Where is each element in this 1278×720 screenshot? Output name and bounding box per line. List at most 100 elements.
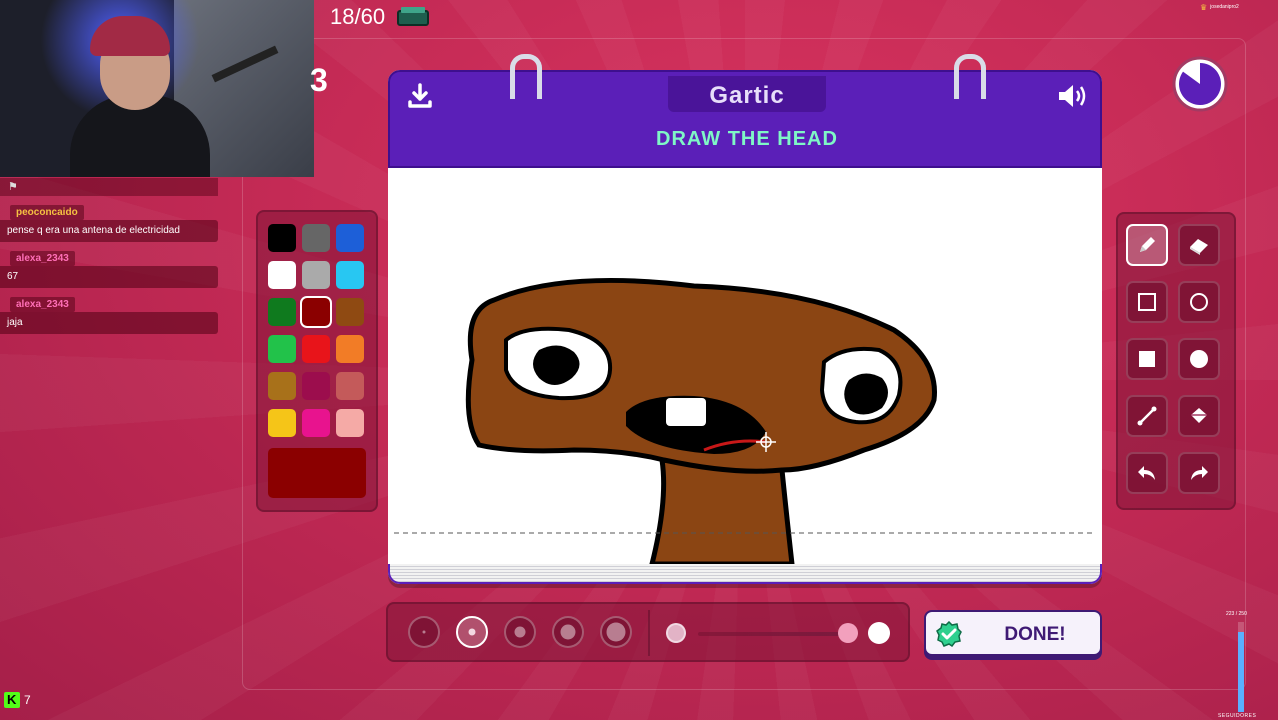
tool-button[interactable] — [1178, 395, 1220, 437]
done-button[interactable]: DONE! — [924, 610, 1102, 656]
tool-button[interactable] — [1126, 281, 1168, 323]
color-swatch[interactable] — [336, 261, 364, 289]
opacity-max-icon — [868, 622, 890, 644]
color-swatch[interactable] — [302, 224, 330, 252]
brush-size-button[interactable] — [600, 616, 632, 648]
color-swatch[interactable] — [302, 298, 330, 326]
side-number: 3 — [310, 62, 328, 98]
brush-size-button[interactable] — [408, 616, 440, 648]
round-counter: 18/60 — [330, 4, 386, 29]
flag-icon: ⚑ — [8, 181, 18, 193]
brush-size-dot — [560, 624, 576, 640]
color-swatch[interactable] — [336, 335, 364, 363]
volume-icon[interactable] — [1056, 82, 1088, 110]
tool-panel — [1116, 212, 1236, 510]
color-swatch[interactable] — [268, 409, 296, 437]
tool-button[interactable] — [1126, 395, 1168, 437]
color-swatch[interactable] — [268, 224, 296, 252]
drawing-tooth — [666, 398, 706, 426]
viewer-counter: K 7 — [4, 691, 31, 709]
tool-button[interactable] — [1126, 338, 1168, 380]
board-bottom-pages — [388, 564, 1102, 584]
ellipse-fill-icon — [1190, 350, 1208, 368]
color-swatch[interactable] — [268, 298, 296, 326]
chat-username: alexa_2343 — [10, 297, 75, 312]
color-palette — [256, 210, 378, 512]
color-swatch[interactable] — [268, 261, 296, 289]
brush-size-dot — [422, 630, 426, 634]
drawing-neck — [649, 457, 795, 564]
color-swatch[interactable] — [336, 224, 364, 252]
tool-button[interactable] — [1126, 224, 1168, 266]
drawing-board: Gartic DRAW THE HEAD — [388, 54, 1102, 584]
drawing-canvas[interactable] — [394, 170, 1096, 564]
follower-goal-fill — [1238, 631, 1244, 712]
brush-size-dot — [606, 622, 626, 642]
chat-username: peoconcaido — [10, 205, 84, 220]
follower-goal-text: 223 / 250 — [1226, 611, 1247, 617]
current-color-swatch — [268, 448, 366, 498]
chat-message: alexa_2343 67 — [0, 248, 218, 288]
album-icon — [397, 7, 429, 26]
line-icon — [1137, 406, 1157, 426]
brush-size-dot — [468, 628, 476, 636]
chat-message: peoconcaido pense q era una antena de el… — [0, 202, 218, 242]
color-swatch[interactable] — [302, 261, 330, 289]
draw-instruction: DRAW THE HEAD — [656, 128, 838, 150]
opacity-slider-knob[interactable] — [838, 623, 858, 643]
pencil-icon — [1140, 237, 1155, 252]
kick-logo-icon: K — [4, 692, 20, 708]
chat-previous-message: ⚑ — [0, 178, 218, 196]
opacity-min-icon — [666, 623, 686, 643]
download-icon[interactable] — [406, 82, 434, 110]
board-header: Gartic DRAW THE HEAD — [388, 70, 1102, 168]
color-swatch[interactable] — [302, 335, 330, 363]
webcam-overlay — [0, 0, 314, 177]
drawing-artwork — [394, 277, 1096, 564]
fill-bucket-icon — [1191, 408, 1207, 423]
color-swatch[interactable] — [336, 298, 364, 326]
color-swatch[interactable] — [302, 409, 330, 437]
binder-ring-left — [510, 54, 542, 99]
chat-username: alexa_2343 — [10, 251, 75, 266]
binder-ring-right — [954, 54, 986, 99]
rect-outline-icon — [1138, 293, 1156, 311]
brush-size-button[interactable] — [504, 616, 536, 648]
tool-button[interactable] — [1126, 452, 1168, 494]
brush-bar-divider — [648, 610, 650, 656]
redo-icon — [1191, 466, 1208, 480]
color-swatch[interactable] — [302, 372, 330, 400]
follower-goal-bar — [1238, 622, 1244, 712]
top-user-name: josedanipro2 — [1210, 4, 1239, 10]
logo-tab: Gartic — [668, 76, 826, 112]
tool-button[interactable] — [1178, 338, 1220, 380]
eraser-icon — [1190, 239, 1208, 255]
game-logo: Gartic — [709, 82, 785, 109]
brush-settings-bar — [386, 602, 910, 662]
color-swatch[interactable] — [268, 335, 296, 363]
brush-size-button[interactable] — [456, 616, 488, 648]
brush-size-button[interactable] — [552, 616, 584, 648]
undo-icon — [1138, 466, 1155, 480]
chat-message: alexa_2343 jaja — [0, 294, 218, 334]
tool-button[interactable] — [1178, 224, 1220, 266]
chat-text: jaja — [0, 312, 218, 334]
top-user-badge: ♛ josedanipro2 — [1200, 2, 1239, 12]
color-swatch[interactable] — [268, 372, 296, 400]
tool-button[interactable] — [1178, 281, 1220, 323]
timer-clock-icon — [1172, 56, 1228, 112]
chat-text: 67 — [0, 266, 218, 288]
color-swatch[interactable] — [336, 372, 364, 400]
color-swatch[interactable] — [336, 409, 364, 437]
brush-size-dot — [514, 626, 526, 638]
chat-panel: ⚑ peoconcaido pense q era una antena de … — [0, 178, 218, 340]
chat-text: pense q era una antena de electricidad — [0, 220, 218, 242]
follower-goal-label: SEGUIDORES — [1218, 713, 1257, 719]
trophy-icon: ♛ — [1200, 2, 1208, 12]
viewer-count: 7 — [24, 693, 31, 707]
done-label: DONE! — [1004, 624, 1066, 645]
ellipse-outline-icon — [1190, 293, 1208, 311]
opacity-slider-track[interactable] — [698, 632, 848, 636]
checkmark-badge-icon — [936, 621, 962, 647]
tool-button[interactable] — [1178, 452, 1220, 494]
